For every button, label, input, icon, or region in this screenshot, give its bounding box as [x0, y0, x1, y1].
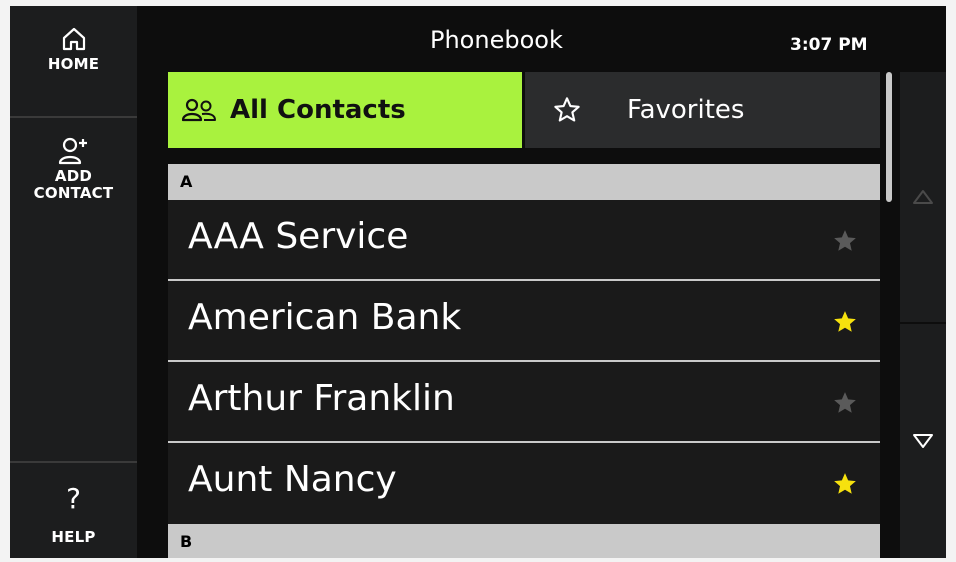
triangle-down-icon	[913, 434, 933, 448]
clock: 3:07 PM	[790, 35, 868, 55]
add-contact-button[interactable]: ADD CONTACT	[10, 118, 137, 236]
contact-row-aaa-service[interactable]: AAA Service	[168, 200, 880, 281]
tab-favorites[interactable]: Favorites	[525, 72, 880, 148]
contact-row-arthur-franklin[interactable]: Arthur Franklin	[168, 362, 880, 443]
contact-name: AAA Service	[188, 216, 409, 257]
scroll-down-button[interactable]	[900, 324, 946, 558]
contact-name: American Bank	[188, 297, 462, 338]
sidebar: HOME ADD CONTACT ? HELP	[10, 6, 137, 558]
home-label: HOME	[47, 55, 100, 73]
favorite-star-icon[interactable]	[832, 228, 858, 254]
contacts-icon	[182, 98, 216, 122]
section-header-b: B	[168, 524, 880, 558]
contact-row-aunt-nancy[interactable]: Aunt Nancy	[168, 443, 880, 524]
contact-list[interactable]: A AAA Service American Bank Arthur Frank…	[168, 164, 880, 558]
home-icon	[61, 22, 87, 56]
help-button[interactable]: ? HELP	[10, 461, 137, 558]
home-button[interactable]: HOME	[10, 6, 137, 118]
contact-row-american-bank[interactable]: American Bank	[168, 281, 880, 362]
favorite-star-icon[interactable]	[832, 309, 858, 335]
triangle-up-icon	[913, 190, 933, 204]
page-title: Phonebook	[430, 26, 563, 54]
tab-all-contacts-label: All Contacts	[230, 95, 406, 125]
add-contact-label: ADD CONTACT	[33, 167, 114, 202]
favorite-star-icon[interactable]	[832, 390, 858, 416]
scroll-up-button[interactable]	[900, 72, 946, 324]
section-header-a: A	[168, 164, 880, 200]
favorite-star-icon[interactable]	[832, 471, 858, 497]
contact-name: Arthur Franklin	[188, 378, 455, 419]
tab-all-contacts[interactable]: All Contacts	[168, 72, 522, 148]
star-outline-icon	[553, 96, 581, 124]
contact-name: Aunt Nancy	[188, 459, 397, 500]
phonebook-screen: HOME ADD CONTACT ? HELP Phonebook 3:07 P…	[10, 6, 946, 558]
add-person-icon	[58, 134, 90, 168]
help-icon: ?	[66, 481, 81, 515]
help-label: HELP	[51, 528, 96, 546]
scrollbar-thumb[interactable]	[886, 72, 892, 202]
tab-favorites-label: Favorites	[627, 95, 745, 125]
